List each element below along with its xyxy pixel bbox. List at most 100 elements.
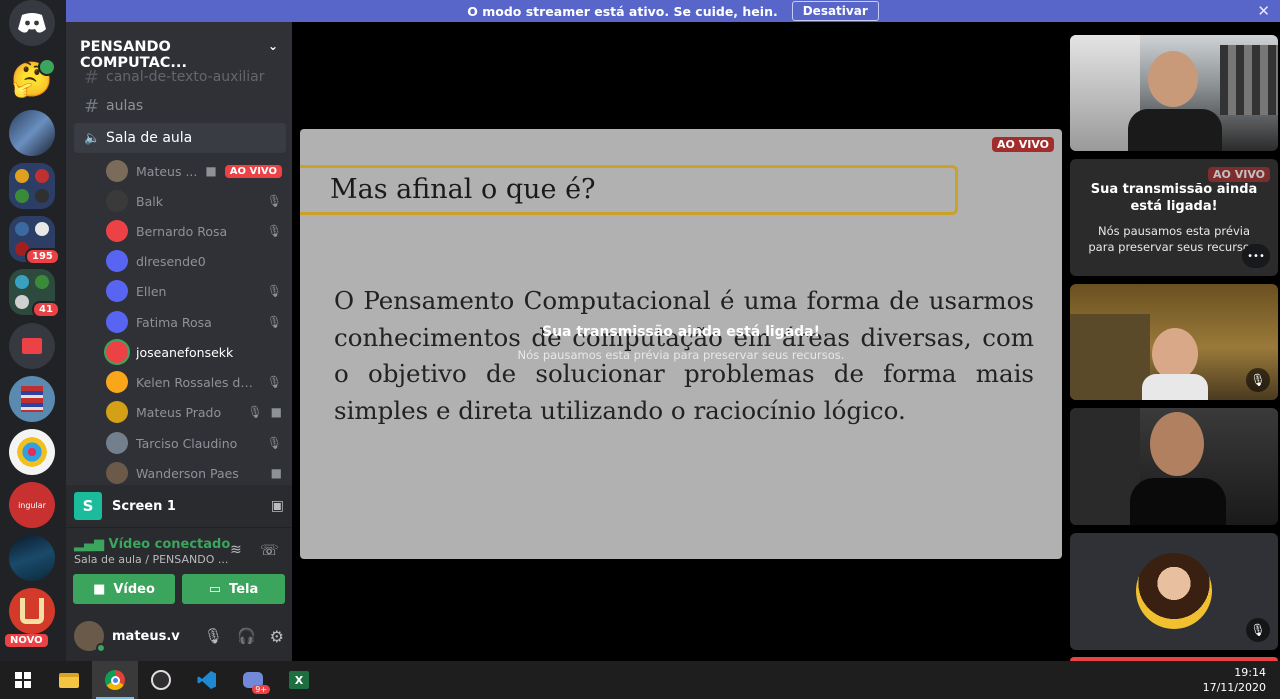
singularity-server-icon[interactable]: ingular <box>9 482 55 528</box>
muted-mic-icon: 🎙 <box>266 194 282 208</box>
hash-icon: # <box>84 66 100 88</box>
avatar <box>106 401 128 423</box>
video-tile-user2[interactable]: 🎙 <box>1070 284 1278 400</box>
voice-user[interactable]: Bernardo Rosa 🎙 <box>106 216 282 246</box>
user-panel: mateus.v 🎙 🎧 ⚙ <box>66 611 292 661</box>
voice-user-name: Tarciso Claudino <box>136 435 238 451</box>
voice-user-name: dlresende0 <box>136 253 206 269</box>
excel-icon[interactable]: X <box>276 661 322 699</box>
discord-taskbar-icon[interactable]: 9+ <box>230 661 276 699</box>
muted-mic-icon: 🎙 <box>266 436 282 450</box>
live-badge: AO VIVO <box>992 137 1054 152</box>
voice-user[interactable]: Ellen 🎙 <box>106 276 282 306</box>
person-face <box>1152 328 1198 380</box>
avatar <box>106 280 128 302</box>
speaker-icon: 🔈 <box>84 130 101 146</box>
avatar <box>106 371 128 393</box>
channel-sala-de-aula[interactable]: 🔈 Sala de aula <box>74 123 286 153</box>
new-badge: NOVO <box>5 634 48 647</box>
streamer-mode-banner: O modo streamer está ativo. Se cuide, he… <box>66 0 1280 22</box>
voice-user-name: Ellen <box>136 283 167 299</box>
tech-server-icon[interactable] <box>9 535 55 581</box>
gear-icon[interactable]: ⚙ <box>270 627 284 646</box>
camera-icon: ■ <box>205 164 217 178</box>
voice-status: ▂▄▆ Vídeo conectado <box>74 537 230 552</box>
system-clock[interactable]: 19:14 17/11/2020 <box>1203 665 1266 695</box>
video-tile-user3[interactable] <box>1070 408 1278 525</box>
avatar <box>106 341 128 363</box>
voice-user[interactable]: Kelen Rossales da S... 🎙 <box>106 367 282 397</box>
avatar <box>106 432 128 454</box>
voice-user-speaking[interactable]: joseanefonsekk <box>106 337 282 367</box>
muted-mic-icon: 🎙 <box>1246 618 1270 642</box>
video-tile-mateus[interactable] <box>1070 35 1278 151</box>
avatar <box>106 160 128 182</box>
voice-user[interactable]: Balk 🎙 <box>106 186 282 216</box>
screen-share-panel: S Screen 1 ▣ <box>66 485 292 527</box>
person-body <box>1142 374 1208 400</box>
video-tile-user4[interactable]: 🎙 <box>1070 533 1278 650</box>
colorful-server-icon[interactable] <box>9 429 55 475</box>
paused-title: Sua transmissão ainda está ligada! <box>1090 182 1258 214</box>
paused-title: Sua transmissão ainda está ligada! <box>541 324 821 340</box>
folder-server-icon[interactable] <box>9 163 55 209</box>
voice-user-name: Fatima Rosa <box>136 314 212 330</box>
channel-canal-de-texto-auxiliar[interactable]: # canal-de-texto-auxiliar <box>74 62 286 92</box>
avatar <box>106 462 128 484</box>
voice-user[interactable]: Mateus Prado 🎙 ■ <box>106 397 282 427</box>
camera-icon: ■ <box>93 581 106 597</box>
live-badge: AO VIVO <box>1208 167 1270 182</box>
voice-user[interactable]: Wanderson Paes ■ <box>106 458 282 488</box>
hash-icon: # <box>84 95 100 117</box>
paused-subtitle: Nós pausamos esta prévia para preservar … <box>517 348 845 362</box>
vscode-icon[interactable] <box>184 661 230 699</box>
voice-user-name: Mateus ... <box>136 163 198 179</box>
noise-suppression-icon[interactable]: ≋ <box>230 542 242 558</box>
stop-share-icon[interactable]: ▣ <box>271 498 284 514</box>
voice-user[interactable]: Mateus ... ■ AO VIVO <box>106 156 282 186</box>
close-icon[interactable]: ✕ <box>1257 2 1270 20</box>
channel-aulas[interactable]: # aulas <box>74 91 286 121</box>
microphone-icon[interactable]: 🎙 <box>204 627 223 645</box>
stream-preview-tile[interactable]: AO VIVO Sua transmissão ainda está ligad… <box>1070 159 1278 276</box>
clock-time: 19:14 <box>1234 666 1266 679</box>
screen-button-label: Tela <box>229 581 259 597</box>
stream-preview[interactable]: AO VIVO Mas afinal o que é? O Pensamento… <box>300 129 1062 559</box>
voice-user-name: Mateus Prado <box>136 404 222 420</box>
anime-server-icon[interactable] <box>9 110 55 156</box>
avatar <box>106 311 128 333</box>
folder-icon[interactable] <box>9 323 55 369</box>
headphones-icon[interactable]: 🎧 <box>237 627 256 645</box>
disconnect-icon[interactable]: ☏ <box>260 541 279 559</box>
avatar[interactable] <box>74 621 106 653</box>
person-body <box>1130 478 1226 525</box>
obs-icon[interactable] <box>138 661 184 699</box>
video-button[interactable]: ■ Vídeo <box>73 574 175 604</box>
voice-user-name: Kelen Rossales da S... <box>136 374 259 390</box>
camera-icon: ■ <box>270 405 282 419</box>
windows-start-icon[interactable] <box>0 661 46 699</box>
muted-mic-icon: 🎙 <box>266 315 282 329</box>
avatar <box>106 250 128 272</box>
chrome-icon[interactable] <box>92 661 138 699</box>
file-explorer-icon[interactable] <box>46 661 92 699</box>
person-face <box>1150 412 1204 476</box>
signal-icon: ▂▄▆ <box>74 537 104 552</box>
muted-mic-icon: 🎙 <box>1246 368 1270 392</box>
discord-home-icon[interactable] <box>9 0 55 46</box>
channel-label: canal-de-texto-auxiliar <box>106 69 265 85</box>
voice-user[interactable]: Fatima Rosa 🎙 <box>106 307 282 337</box>
books-server-icon[interactable] <box>9 376 55 422</box>
muted-mic-icon: 🎙 <box>266 224 282 238</box>
person-body <box>1128 109 1222 151</box>
screen-share-icon: ▭ <box>208 581 222 597</box>
channel-label: Sala de aula <box>106 130 193 146</box>
voice-user[interactable]: dlresende0 <box>106 246 282 276</box>
u-server-icon[interactable] <box>9 588 55 634</box>
deactivate-button[interactable]: Desativar <box>791 1 879 21</box>
muted-mic-icon: 🎙 <box>247 405 263 419</box>
screen-button[interactable]: ▭ Tela <box>182 574 285 604</box>
more-options-button[interactable]: ••• <box>1242 244 1270 268</box>
voice-user[interactable]: Tarciso Claudino 🎙 <box>106 428 282 458</box>
server-rail: 🤔 195 41 ingular NOVO <box>0 0 66 661</box>
